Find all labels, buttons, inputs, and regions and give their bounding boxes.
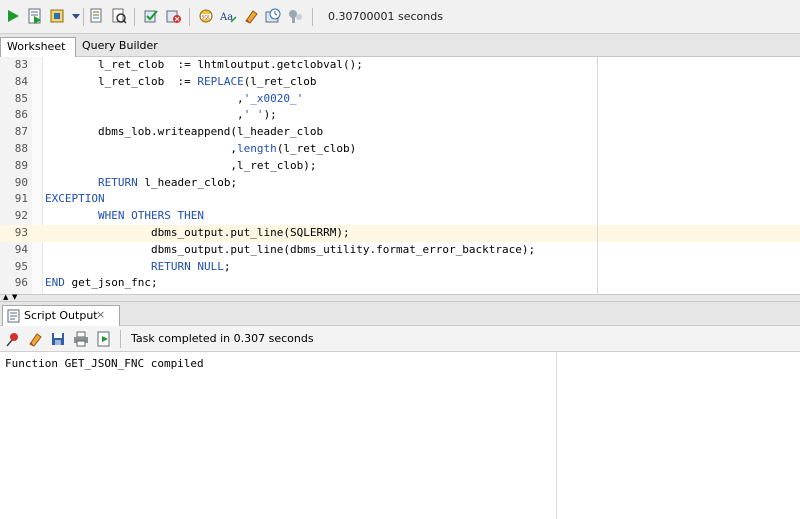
code-text: ,l_ret_clob);	[45, 158, 317, 172]
script-output-area[interactable]: Function GET_JSON_FNC compiled	[0, 352, 800, 519]
line-number: 94	[14, 242, 28, 256]
run-statement-icon[interactable]	[4, 7, 22, 25]
commit-icon[interactable]	[48, 7, 66, 25]
code-text: dbms_output.put_line(SQLERRM);	[45, 226, 350, 239]
line-number: 96	[14, 276, 28, 290]
code-line[interactable]: 85 ,'_x0020_'	[0, 91, 800, 108]
editor-tabs: Worksheet Query Builder	[0, 34, 800, 57]
code-line[interactable]: 84 l_ret_clob := REPLACE(l_ret_clob	[0, 74, 800, 91]
sql-tuning-icon[interactable]: SQL	[197, 7, 215, 25]
commit-transaction-icon[interactable]	[142, 7, 160, 25]
code-line[interactable]: 94 dbms_output.put_line(dbms_utility.for…	[0, 242, 800, 259]
script-output-label: Script Output	[24, 309, 98, 322]
rollback-icon[interactable]	[164, 7, 182, 25]
code-line[interactable]: 91 EXCEPTION	[0, 191, 800, 208]
line-number: 86	[14, 108, 28, 122]
code-line[interactable]: 95 RETURN NULL;	[0, 259, 800, 276]
collapse-up-icon[interactable]: ▲	[3, 294, 8, 301]
svg-text:SQL: SQL	[202, 15, 211, 21]
output-text: Function GET_JSON_FNC compiled	[5, 357, 204, 370]
code-text: EXCEPTION	[45, 192, 105, 206]
code-text: l_ret_clob := REPLACE(l_ret_clob	[45, 74, 317, 88]
code-line[interactable]: 83 l_ret_clob := lhtmloutput.getclobval(…	[0, 57, 800, 74]
tab-query-builder[interactable]: Query Builder	[76, 37, 164, 57]
script-output-icon	[7, 309, 20, 323]
code-text: RETURN NULL;	[150, 259, 231, 273]
task-status: Task completed in 0.307 seconds	[131, 332, 314, 345]
line-number: 92	[14, 209, 28, 223]
code-editor[interactable]: 83 l_ret_clob := lhtmloutput.getclobval(…	[0, 57, 800, 294]
elapsed-time: 0.30700001 seconds	[328, 10, 443, 23]
code-text: dbms_lob.writeappend(l_header_clob	[45, 125, 324, 139]
right-margin-line	[597, 57, 598, 294]
panel-splitter[interactable]: ▲ ▼	[0, 294, 800, 302]
line-number: 95	[14, 259, 28, 273]
line-number: 93	[14, 226, 28, 239]
line-number: 88	[14, 142, 28, 155]
main-toolbar: SQL Aa 0.30700001 seconds	[0, 0, 800, 34]
output-divider	[556, 352, 557, 519]
code-text: ,' ');	[45, 108, 277, 122]
history-icon[interactable]	[264, 7, 282, 25]
explain-plan-icon[interactable]	[88, 7, 106, 25]
code-text: ,'_x0020_'	[45, 91, 304, 105]
dropdown-icon[interactable]	[70, 7, 82, 25]
code-text: RETURN l_header_clob;	[97, 175, 238, 189]
output-tabs: Script Output ×	[0, 302, 800, 326]
line-number: 83	[14, 58, 28, 71]
pin-icon[interactable]	[5, 331, 21, 347]
tab-worksheet[interactable]: Worksheet	[0, 37, 76, 57]
unshared-sql-icon[interactable]	[286, 7, 304, 25]
tab-script-output[interactable]: Script Output ×	[2, 305, 120, 326]
code-text: ,length(l_ret_clob)	[45, 142, 357, 155]
code-line[interactable]: 92 WHEN OTHERS THEN	[0, 208, 800, 225]
code-text: l_ret_clob := lhtmloutput.getclobval();	[45, 58, 363, 71]
line-number: 85	[14, 91, 28, 105]
open-in-editor-icon[interactable]	[96, 331, 112, 347]
line-number: 91	[14, 192, 28, 206]
code-line[interactable]: 93 dbms_output.put_line(SQLERRM);	[0, 225, 800, 242]
code-line[interactable]: 88 ,length(l_ret_clob)	[0, 141, 800, 158]
line-number: 84	[14, 74, 28, 88]
clear-output-icon[interactable]	[27, 331, 43, 347]
print-icon[interactable]	[73, 331, 89, 347]
code-line[interactable]: 89 ,l_ret_clob);	[0, 158, 800, 175]
line-number: 87	[14, 125, 28, 139]
output-toolbar: Task completed in 0.307 seconds	[0, 326, 800, 352]
code-line[interactable]: 87 dbms_lob.writeappend(l_header_clob	[0, 124, 800, 141]
clear-icon[interactable]	[242, 7, 260, 25]
line-number: 89	[14, 158, 28, 172]
autotrace-icon[interactable]	[110, 7, 128, 25]
line-number: 90	[14, 175, 28, 189]
format-icon[interactable]: Aa	[219, 7, 237, 25]
collapse-down-icon[interactable]: ▼	[12, 294, 17, 301]
close-tab-icon[interactable]: ×	[96, 308, 105, 321]
code-text: WHEN OTHERS THEN	[97, 209, 204, 223]
code-line[interactable]: 86 ,' ');	[0, 107, 800, 124]
run-script-icon[interactable]	[26, 7, 44, 25]
code-line[interactable]: 90 RETURN l_header_clob;	[0, 175, 800, 192]
save-icon[interactable]	[50, 331, 66, 347]
code-text: dbms_output.put_line(dbms_utility.format…	[45, 242, 536, 256]
code-text: END get_json_fnc;	[45, 276, 158, 290]
code-line[interactable]: 96 END get_json_fnc;	[0, 275, 800, 292]
